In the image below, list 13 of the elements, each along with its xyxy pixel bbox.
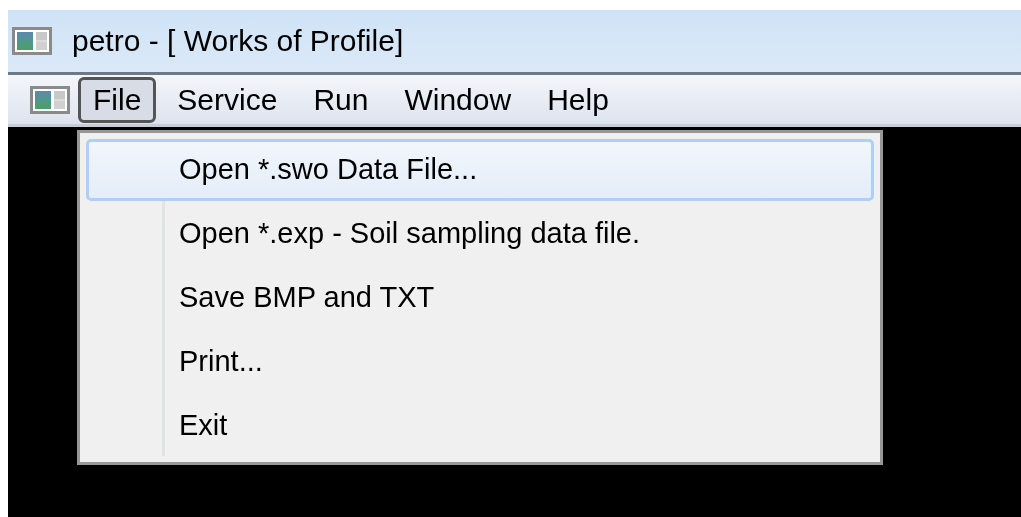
- menu-item[interactable]: Open *.swo Data File...: [86, 139, 874, 201]
- menu-item[interactable]: Open *.exp - Soil sampling data file.: [86, 203, 874, 265]
- window-title: petro - [ Works of Profile]: [72, 26, 404, 56]
- menu-item[interactable]: Print...: [86, 331, 874, 393]
- menu-bar-item[interactable]: Run: [298, 76, 384, 123]
- document-icon: [30, 85, 70, 114]
- menu-bar-item[interactable]: Help: [532, 76, 624, 123]
- menu-bar-item[interactable]: Window: [389, 76, 527, 123]
- app-icon: [12, 27, 52, 55]
- menu-bar-item[interactable]: Service: [162, 76, 293, 123]
- menu-item[interactable]: Exit: [86, 395, 874, 457]
- menu-bar-item[interactable]: File: [78, 76, 157, 123]
- menu-item[interactable]: Save BMP and TXT: [86, 267, 874, 329]
